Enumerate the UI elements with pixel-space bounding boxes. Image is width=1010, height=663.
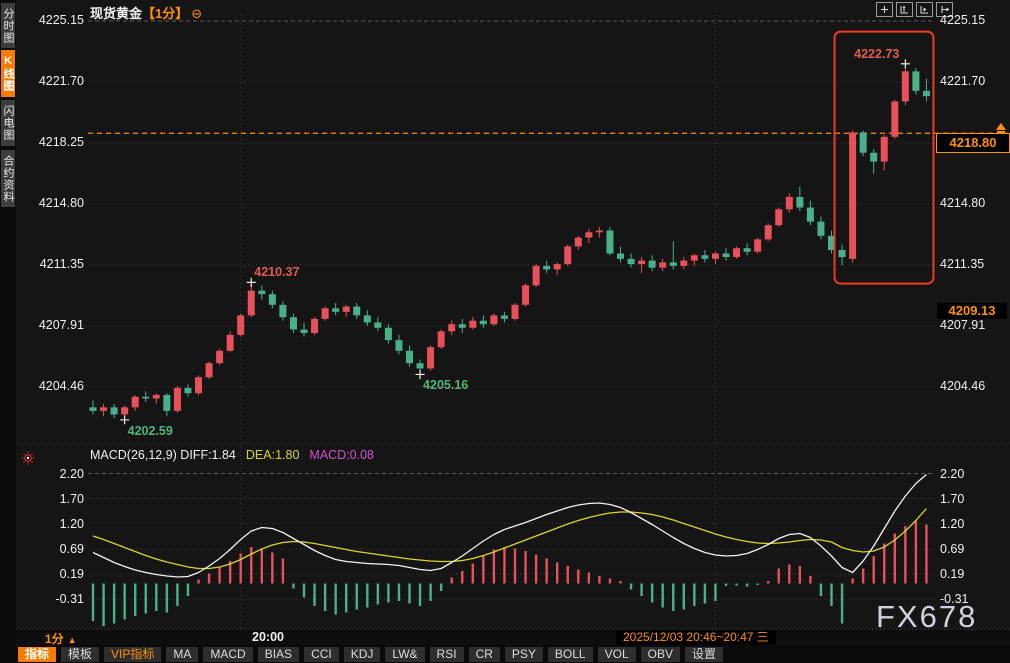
- macd-axis-right-label: 0.69: [940, 542, 964, 556]
- sidebar-tab-2[interactable]: K线图: [1, 50, 15, 97]
- price-axis-right-label: 4214.80: [940, 196, 985, 210]
- price-axis-right-label: 4207.91: [940, 318, 985, 332]
- sidebar-tab-3[interactable]: 闪电图: [1, 100, 15, 146]
- macd-header: MACD(26,12,9) DIFF:1.84 DEA:1.80 MACD:0.08: [90, 448, 374, 462]
- zoom-out-icon[interactable]: ⊖: [191, 6, 202, 21]
- macd-axis-right-label: 1.70: [940, 492, 964, 506]
- price-axis-left-label: 4218.25: [16, 135, 84, 149]
- macd-axis-left-label: 1.70: [16, 492, 84, 506]
- price-axis-right-label: 4225.15: [940, 13, 985, 27]
- price-axis-left-label: 4225.15: [16, 13, 84, 27]
- toolbar-button-CCI[interactable]: CCI: [304, 647, 339, 662]
- toolbar-button-OBV[interactable]: OBV: [641, 647, 680, 662]
- candlestick-macd-chart[interactable]: [0, 0, 1010, 663]
- price-axis-left-label: 4207.91: [16, 318, 84, 332]
- toolbar-button-CR[interactable]: CR: [469, 647, 500, 662]
- open-price-badge: 4209.13: [937, 303, 1007, 319]
- macd-axis-right-label: 0.19: [940, 567, 964, 581]
- price-axis-right-label: 4211.35: [940, 257, 984, 271]
- toolbar-button-KDJ[interactable]: KDJ: [344, 647, 381, 662]
- price-axis-left-label: 4204.46: [16, 379, 84, 393]
- time-axis-row: 1分▲ 20:00 2025/12/03 20:46~20:47 三: [16, 630, 1010, 645]
- macd-axis-left-label: 2.20: [16, 467, 84, 481]
- toolbar-button-LW&[interactable]: LW&: [385, 647, 424, 662]
- macd-settings-icon[interactable]: [21, 451, 35, 465]
- macd-axis-left-label: 0.19: [16, 567, 84, 581]
- sidebar-tab-4[interactable]: 合约资料: [1, 150, 15, 207]
- price-up-arrow-base: [997, 131, 1005, 133]
- toolbar-button-MA[interactable]: MA: [166, 647, 198, 662]
- toolbar-button-MACD[interactable]: MACD: [203, 647, 252, 662]
- price-annotation-4202.59: 4202.59: [128, 424, 173, 438]
- reference-price-badge[interactable]: 4218.80: [936, 133, 1010, 153]
- time-tick-label: 20:00: [240, 630, 296, 644]
- toolbar-button-模板[interactable]: 模板: [61, 647, 99, 662]
- toolbar-button-BOLL[interactable]: BOLL: [548, 647, 593, 662]
- toolbar-button-PSY[interactable]: PSY: [505, 647, 543, 662]
- axis-play-icon[interactable]: [916, 2, 933, 17]
- macd-hist-value: MACD:0.08: [309, 448, 374, 462]
- price-axis-left-label: 4211.35: [16, 257, 84, 271]
- macd-dea-value: DEA:1.80: [246, 448, 300, 462]
- price-axis-right-label: 4204.46: [940, 379, 985, 393]
- trading-app-window: 分时图 K线图闪电图合约资料 现货黄金【1分】⊖ 4225.15 4221.70 42…: [0, 0, 1010, 663]
- indicator-toolbar: 指标模板 VIP指标 MA MACD BIAS CCI KDJ LW&RSI CR PSY BOLL…: [18, 646, 723, 663]
- fx678-watermark: FX678: [876, 599, 977, 635]
- price-axis-left-label: 4221.70: [16, 74, 84, 88]
- axis-scale-icon[interactable]: [896, 2, 913, 17]
- symbol-name: 现货黄金: [90, 6, 142, 21]
- chart-title: 现货黄金【1分】⊖: [90, 3, 202, 22]
- macd-axis-left-label: 0.69: [16, 542, 84, 556]
- toolbar-button-指标[interactable]: 指标: [18, 647, 56, 662]
- left-sidebar: 分时图 K线图闪电图合约资料: [0, 0, 16, 663]
- price-axis-right-label: 4221.70: [940, 74, 985, 88]
- macd-axis-left-label: 1.20: [16, 517, 84, 531]
- crosshair-icon[interactable]: [876, 2, 893, 17]
- period-badge: 【1分】: [142, 6, 188, 21]
- macd-axis-right-label: 1.20: [940, 517, 964, 531]
- toolbar-button-BIAS[interactable]: BIAS: [258, 647, 299, 662]
- macd-params-diff: MACD(26,12,9) DIFF:1.84: [90, 448, 236, 462]
- price-up-arrow-icon: [996, 123, 1006, 130]
- macd-axis-left-label: -0.31: [16, 592, 84, 606]
- price-annotation-4210.37: 4210.37: [254, 265, 299, 279]
- triangle-up-icon: ▲: [68, 635, 77, 645]
- price-annotation-4222.73: 4222.73: [841, 47, 899, 61]
- toolbar-button-设置[interactable]: 设置: [685, 647, 723, 662]
- toolbar-button-RSI[interactable]: RSI: [430, 647, 464, 662]
- macd-axis-right-label: 2.20: [940, 467, 964, 481]
- toolbar-button-VOL[interactable]: VOL: [598, 647, 636, 662]
- candle-time-range-badge: 2025/12/03 20:46~20:47 三: [616, 630, 776, 645]
- period-selector[interactable]: 1分▲: [45, 630, 77, 647]
- sidebar-tab-1[interactable]: 分时图: [1, 3, 15, 48]
- price-annotation-4205.16: 4205.16: [423, 378, 468, 392]
- toolbar-button-VIP指标[interactable]: VIP指标: [104, 647, 161, 662]
- price-axis-left-label: 4214.80: [16, 196, 84, 210]
